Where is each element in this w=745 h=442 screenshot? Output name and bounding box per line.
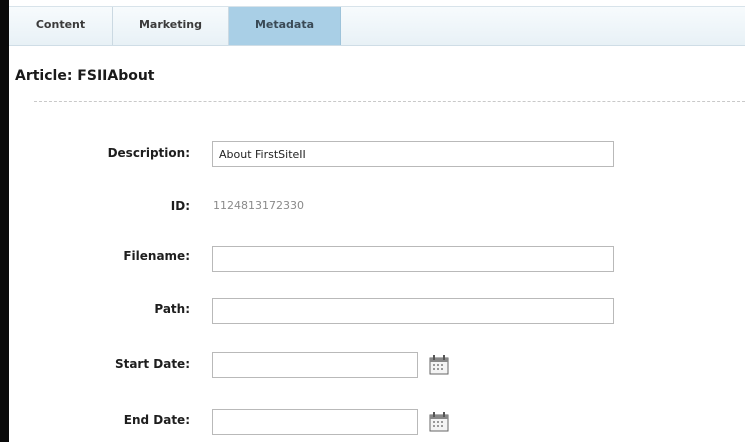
page-title: Article: FSIIAbout <box>15 68 155 84</box>
description-label: Description: <box>107 146 190 160</box>
start-date-field[interactable] <box>212 352 418 378</box>
left-border <box>0 0 9 442</box>
id-value: 1124813172330 <box>213 199 304 212</box>
tab-metadata[interactable]: Metadata <box>229 7 341 45</box>
end-date-label: End Date: <box>123 413 190 427</box>
divider <box>34 101 745 102</box>
filename-label: Filename: <box>123 249 190 263</box>
tab-content[interactable]: Content <box>9 7 113 45</box>
end-date-field[interactable] <box>212 409 418 435</box>
calendar-icon[interactable] <box>428 411 450 433</box>
description-field[interactable] <box>212 141 614 167</box>
tab-bar: Content Marketing Metadata <box>9 6 745 46</box>
calendar-icon[interactable] <box>428 354 450 376</box>
start-date-label: Start Date: <box>114 357 190 371</box>
filename-field[interactable] <box>212 246 614 272</box>
tab-marketing[interactable]: Marketing <box>113 7 229 45</box>
path-field[interactable] <box>212 298 614 324</box>
path-label: Path: <box>154 302 190 316</box>
id-label: ID: <box>170 199 190 213</box>
